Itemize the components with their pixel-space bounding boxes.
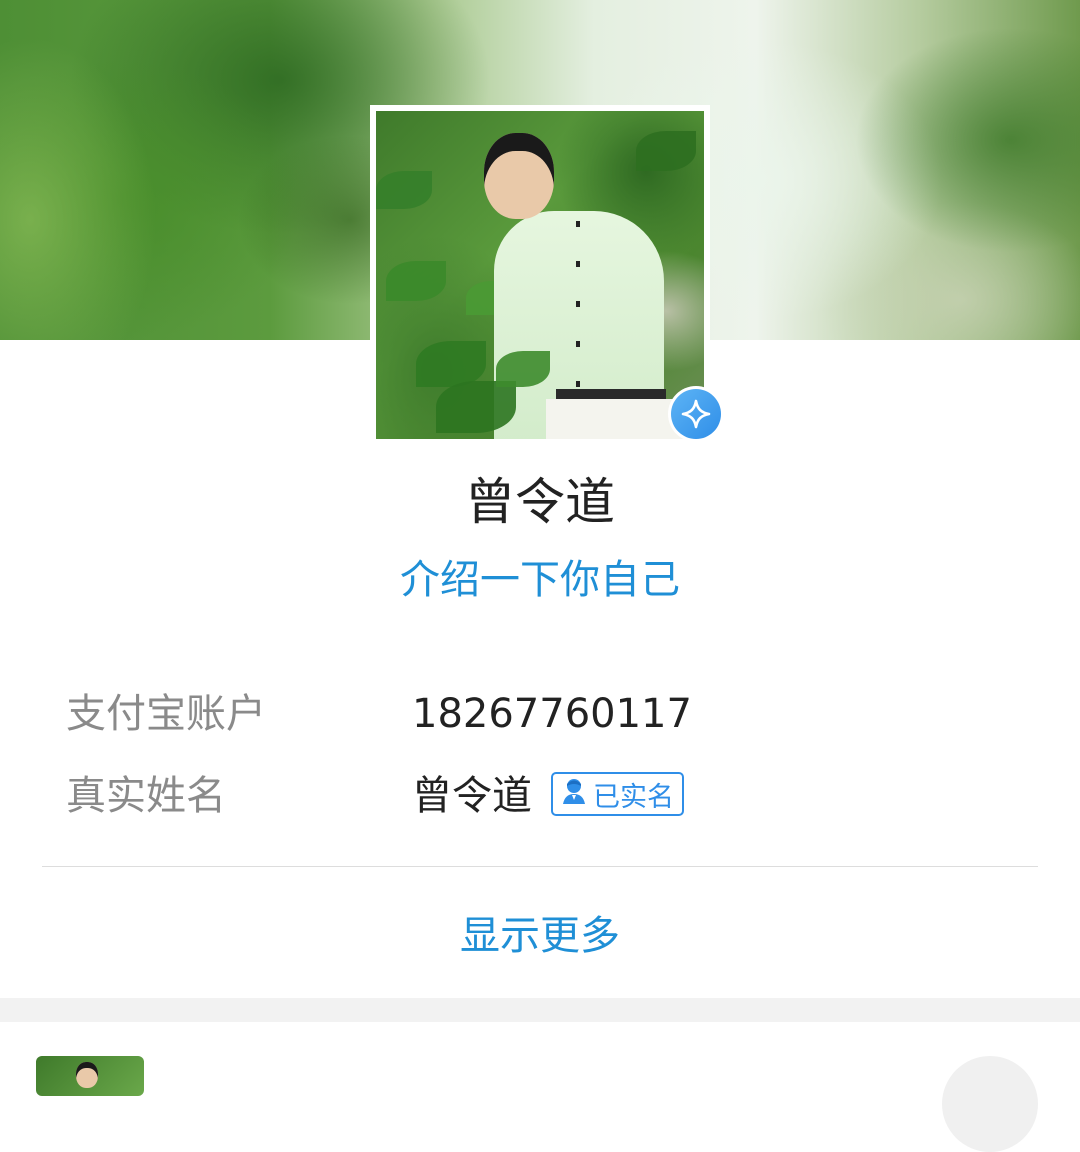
avatar-person-head — [484, 133, 554, 219]
feed-item-thumbnail[interactable] — [36, 1056, 144, 1096]
real-name-label: 真实姓名 — [66, 773, 226, 819]
intro-link[interactable]: 介绍一下你自己 — [0, 552, 1080, 608]
account-value: 18267760117 — [412, 691, 692, 737]
avatar-person-belt — [556, 389, 666, 399]
account-label: 支付宝账户 — [66, 691, 266, 737]
info-row-real-name: 真实姓名 曾令道 已实名 — [0, 766, 1080, 826]
sparkle-star-icon — [671, 389, 721, 439]
profile-avatar[interactable] — [370, 105, 710, 445]
avatar-person-pants — [546, 399, 686, 439]
leaf-shape — [376, 171, 432, 209]
real-name-value: 曾令道 — [412, 773, 532, 819]
leaf-shape — [496, 351, 550, 387]
profile-name: 曾令道 — [465, 473, 615, 531]
leaf-shape — [436, 381, 516, 433]
show-more-button[interactable]: 显示更多 — [0, 906, 1080, 966]
divider — [42, 866, 1038, 867]
vip-badge — [668, 386, 724, 442]
person-verified-icon — [559, 776, 589, 813]
verified-badge-text: 已实名 — [593, 781, 674, 813]
feed-item-action-circle[interactable] — [942, 1056, 1038, 1152]
section-separator — [0, 998, 1080, 1022]
leaf-shape — [386, 261, 446, 301]
verified-badge: 已实名 — [551, 772, 684, 816]
info-row-account: 支付宝账户 18267760117 — [0, 684, 1080, 744]
leaf-shape — [636, 131, 696, 171]
avatar-photo — [376, 111, 704, 439]
